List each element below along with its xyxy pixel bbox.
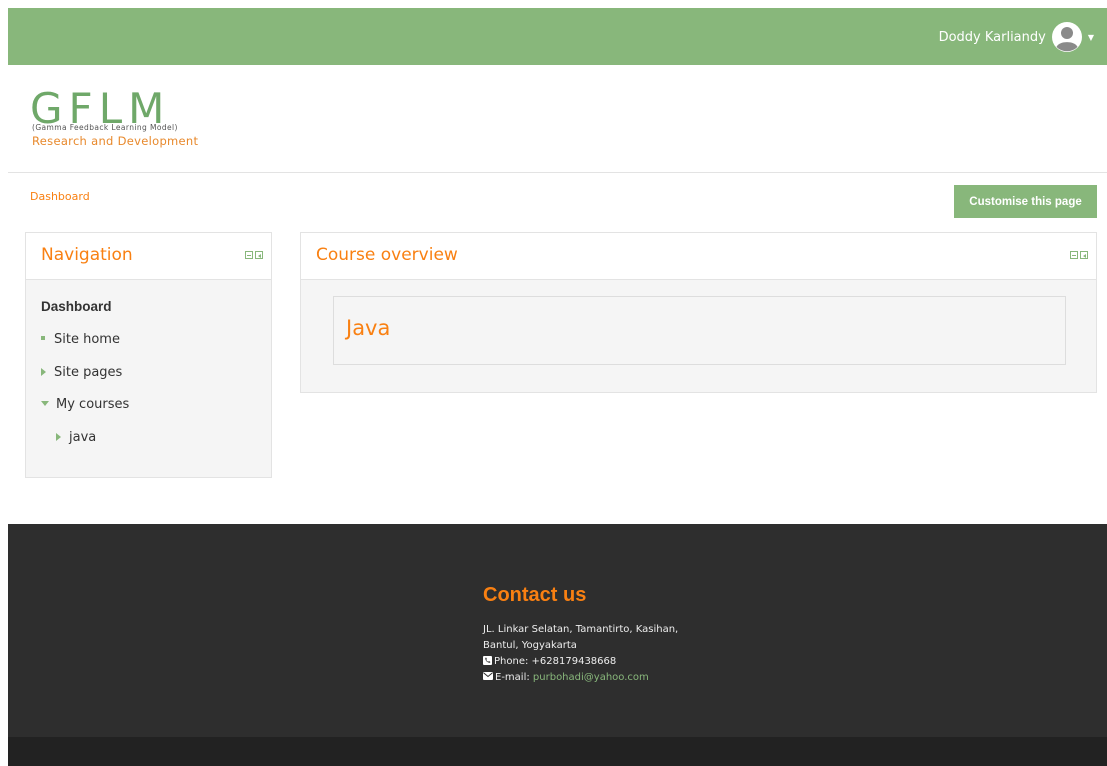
nav-item-label: My courses — [56, 397, 130, 412]
minus-square-icon[interactable] — [1070, 251, 1078, 259]
user-menu[interactable]: Doddy Karliandy ▼ — [939, 22, 1094, 52]
user-avatar-icon[interactable] — [1051, 22, 1082, 52]
dock-left-icon[interactable] — [1080, 251, 1088, 259]
phone-text: Phone: +628179438668 — [494, 656, 617, 667]
breadcrumb[interactable]: Dashboard — [30, 190, 90, 203]
footer-bottom-bar — [8, 737, 1107, 766]
navigation-block-header: Navigation — [26, 233, 271, 280]
logo-tagline: Research and Development — [32, 134, 199, 148]
minus-square-icon[interactable] — [245, 251, 253, 259]
address-line-1: JL. Linkar Selatan, Tamantirto, Kasihan, — [483, 624, 679, 635]
page: Doddy Karliandy ▼ GFLM (Gamma Feedback L… — [8, 8, 1107, 766]
expand-arrow-icon — [41, 367, 46, 376]
course-name-link[interactable]: Java — [346, 316, 390, 340]
nav-item-label: Site pages — [54, 365, 123, 380]
email-link[interactable]: purbohadi@yahoo.com — [533, 672, 649, 683]
course-overview-block: Course overview Java — [300, 232, 1097, 393]
nav-item-site-pages[interactable]: Site pages — [41, 365, 122, 380]
course-overview-title: Course overview — [316, 245, 458, 265]
email-label: E-mail: — [495, 672, 530, 683]
envelope-icon — [483, 672, 495, 683]
course-overview-header: Course overview — [301, 233, 1096, 280]
navigation-title: Navigation — [41, 245, 133, 265]
block-controls — [245, 251, 263, 259]
nav-item-label: Site home — [54, 332, 120, 347]
customise-page-button[interactable]: Customise this page — [954, 185, 1097, 218]
nav-item-java[interactable]: java — [56, 430, 96, 445]
top-navbar: Doddy Karliandy ▼ — [8, 8, 1107, 65]
navigation-block: Navigation Dashboard Site home Site page… — [25, 232, 272, 478]
header-divider — [8, 172, 1107, 173]
page-footer: Contact us JL. Linkar Selatan, Tamantirt… — [8, 524, 1107, 737]
email-row: E-mail: purbohadi@yahoo.com — [483, 672, 649, 683]
nav-item-my-courses[interactable]: My courses — [41, 397, 129, 412]
nav-item-dashboard[interactable]: Dashboard — [41, 299, 112, 314]
site-logo[interactable]: GFLM (Gamma Feedback Learning Model) Res… — [30, 88, 270, 150]
caret-down-icon[interactable]: ▼ — [1088, 33, 1094, 42]
bullet-icon — [41, 335, 45, 340]
dock-left-icon[interactable] — [255, 251, 263, 259]
nav-item-site-home[interactable]: Site home — [41, 332, 120, 347]
address-line-2: Bantul, Yogyakarta — [483, 640, 577, 651]
user-name[interactable]: Doddy Karliandy — [939, 30, 1046, 45]
contact-title: Contact us — [483, 584, 587, 606]
nav-item-label: java — [69, 430, 97, 445]
expand-arrow-icon — [56, 432, 61, 441]
phone-row: Phone: +628179438668 — [483, 655, 617, 667]
nav-item-label: Dashboard — [41, 299, 112, 314]
collapse-arrow-icon — [41, 401, 49, 406]
logo-subtitle: (Gamma Feedback Learning Model) — [32, 123, 178, 132]
block-controls — [1070, 251, 1088, 259]
course-card[interactable]: Java — [333, 296, 1066, 365]
phone-icon — [483, 655, 494, 667]
